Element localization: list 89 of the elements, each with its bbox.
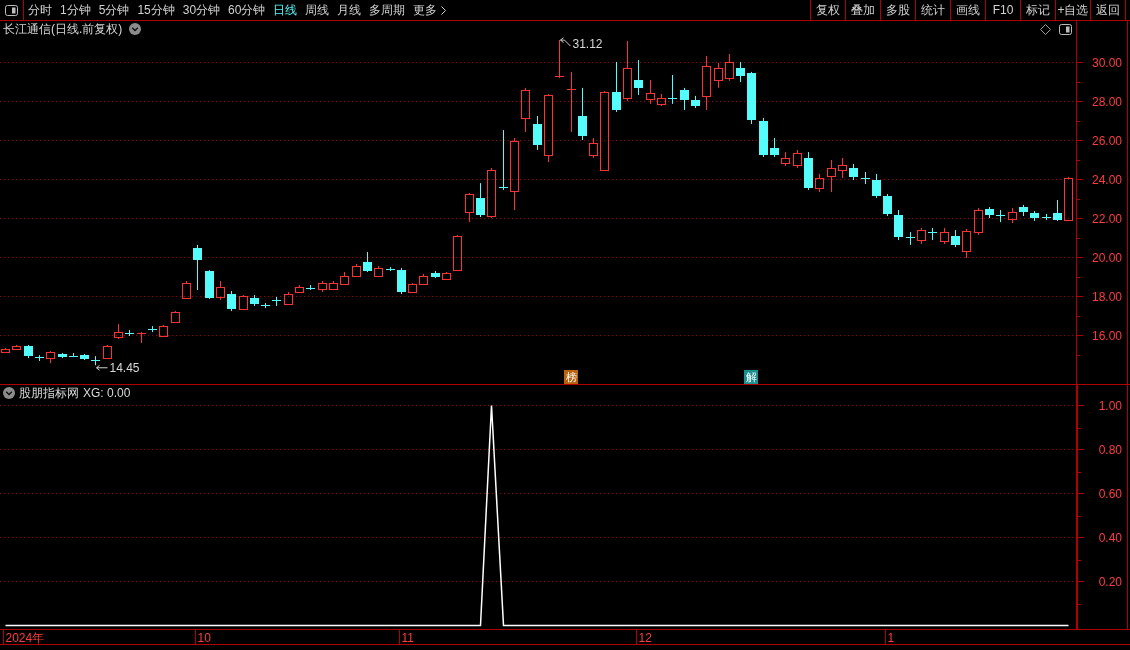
candlestick xyxy=(781,151,790,167)
candlestick xyxy=(533,115,542,151)
date-axis-label: 2024年 xyxy=(5,630,45,644)
candlestick xyxy=(667,74,678,105)
candlestick xyxy=(136,331,147,344)
high-price-label: 31.12 xyxy=(572,37,603,52)
chevron-down-circle-icon[interactable] xyxy=(3,386,15,399)
candlestick xyxy=(612,61,621,113)
toolbar-button[interactable]: 画线 xyxy=(950,0,985,20)
price-axis-label: 22.00 xyxy=(1091,212,1122,226)
price-axis-label: 30.00 xyxy=(1091,55,1122,70)
price-axis-label: 24.00 xyxy=(1091,173,1122,187)
chevron-right-icon xyxy=(441,5,447,15)
period-tab[interactable]: 30分钟 xyxy=(178,0,225,20)
indicator-axis-label: 0.80 xyxy=(1098,443,1122,458)
toolbar-button[interactable]: F10 xyxy=(985,0,1020,20)
period-tab[interactable]: 分时 xyxy=(24,0,56,20)
toolbar-button[interactable]: 叠加 xyxy=(845,0,880,20)
indicator-readout: XG: 0.00 xyxy=(83,385,131,400)
price-axis-label: 28.00 xyxy=(1091,94,1122,109)
candlestick xyxy=(736,61,745,83)
candlestick xyxy=(589,137,598,159)
indicator-axis-label: 0.40 xyxy=(1098,531,1122,546)
candlestick xyxy=(465,194,474,223)
date-axis-label: 10 xyxy=(197,630,211,644)
toolbar-button[interactable]: 多股 xyxy=(880,0,915,20)
toolbar-button[interactable]: 复权 xyxy=(810,0,845,20)
candlestick xyxy=(193,244,202,291)
price-axis-label: 26.00 xyxy=(1091,134,1122,148)
toolbar-button[interactable]: 统计 xyxy=(915,0,950,20)
candlestick xyxy=(578,87,587,141)
candlestick xyxy=(318,280,327,293)
candlestick xyxy=(995,209,1006,223)
candlestick xyxy=(827,159,836,193)
chevron-down-circle-icon[interactable] xyxy=(129,23,142,35)
period-tab[interactable]: 多周期 xyxy=(365,0,410,20)
candlestick xyxy=(510,137,519,211)
diamond-icon[interactable] xyxy=(1040,23,1051,35)
indicator-axis-label: 1.00 xyxy=(1098,399,1122,414)
candlestick xyxy=(927,227,938,241)
period-tab[interactable]: 15分钟 xyxy=(133,0,179,20)
period-tab[interactable]: 月线 xyxy=(333,0,366,20)
candlestick xyxy=(680,87,689,111)
price-axis-label: 18.00 xyxy=(1091,290,1122,305)
candlestick xyxy=(216,280,225,301)
period-tab[interactable]: 5分钟 xyxy=(94,0,134,20)
toolbar-button[interactable]: 返回 xyxy=(1090,0,1125,20)
candlestick xyxy=(498,129,509,191)
candlestick xyxy=(974,207,983,236)
date-axis-label: 1 xyxy=(887,630,895,644)
period-tab[interactable]: 周线 xyxy=(301,0,334,20)
candlestick xyxy=(227,290,236,312)
candlestick xyxy=(554,39,565,79)
candlestick xyxy=(872,173,881,199)
panel-toggle-icon xyxy=(1059,23,1072,35)
candlestick xyxy=(397,267,406,295)
candlestick xyxy=(634,59,643,96)
event-tag[interactable]: 解 xyxy=(744,370,758,384)
candlestick xyxy=(860,171,871,185)
event-tag[interactable]: 榜 xyxy=(564,370,578,384)
candlestick xyxy=(894,209,903,241)
candlestick xyxy=(363,251,372,273)
toolbar-button[interactable]: +自选 xyxy=(1055,0,1090,20)
low-price-label: 14.45 xyxy=(109,361,140,376)
panel-toggle-icon xyxy=(5,4,18,16)
candlestick xyxy=(623,40,632,102)
more-menu-tab[interactable]: 更多 xyxy=(409,0,451,20)
candlestick xyxy=(1053,199,1062,222)
leader-arrow xyxy=(96,364,108,371)
leader-arrow xyxy=(560,37,571,47)
date-axis-label: 12 xyxy=(638,630,652,644)
candlestick xyxy=(646,79,655,105)
candlestick xyxy=(770,137,779,158)
candlestick xyxy=(702,55,711,111)
period-tab[interactable]: 1分钟 xyxy=(56,0,95,20)
indicator-axis-label: 0.60 xyxy=(1098,487,1122,502)
period-tab[interactable]: 日线 xyxy=(269,0,302,20)
toolbar-button[interactable]: 标记 xyxy=(1020,0,1055,20)
chart-title: 长江通信(日线.前复权) xyxy=(3,22,123,36)
candlestick xyxy=(566,71,577,133)
date-axis-label: 11 xyxy=(401,630,414,644)
candlestick xyxy=(883,193,892,217)
period-tab[interactable]: 60分钟 xyxy=(224,0,270,20)
candlestick xyxy=(905,231,916,246)
price-axis-label: 20.00 xyxy=(1091,251,1122,265)
indicator-name: 股朋指标网 xyxy=(19,385,79,400)
price-axis-label: 16.00 xyxy=(1091,329,1122,344)
candlestick xyxy=(476,182,485,218)
indicator-axis-label: 0.20 xyxy=(1098,575,1122,590)
